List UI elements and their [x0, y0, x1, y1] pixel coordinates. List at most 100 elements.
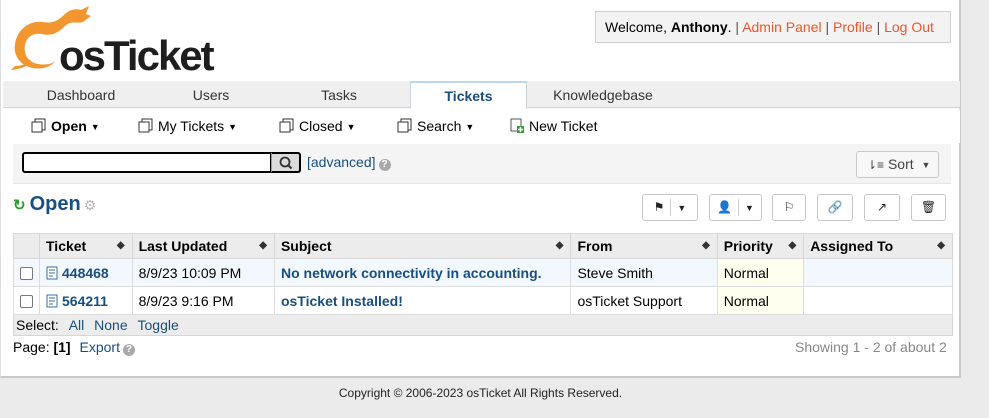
ticket-number-cell: 448468 [39, 258, 133, 287]
caret-down-icon: ▼ [677, 203, 687, 213]
ticket-preview-icon[interactable] [46, 294, 59, 308]
link-icon: 🔗 [827, 200, 843, 214]
search-bar: [advanced]? ⇂≡ Sort ▼ [13, 144, 951, 184]
ticket-preview-icon[interactable] [46, 266, 59, 280]
tickets-icon [31, 118, 46, 133]
row-checkbox[interactable] [20, 267, 33, 281]
ticket-number-link[interactable]: 448468 [62, 265, 109, 281]
tickets-icon [397, 118, 412, 133]
caret-down-icon: ▼ [90, 122, 100, 133]
row-checkbox-cell [13, 258, 40, 287]
merge-button[interactable]: 🔗 [817, 194, 853, 221]
tickets-icon [279, 118, 294, 133]
column-header-assigned-to[interactable]: Assigned To ◆ [803, 233, 953, 259]
my-tickets-menu[interactable]: My Tickets ▼ [138, 109, 237, 143]
priority-flag-icon: ⚐ [783, 200, 795, 214]
closed-label: Closed [299, 118, 343, 134]
export-link[interactable]: Export [80, 339, 120, 355]
select-bar: Select: All None Toggle [13, 315, 953, 336]
sort-arrows-icon: ◆ [116, 240, 125, 251]
page-container: osTicket Welcome, Anthony. | Admin Panel… [0, 0, 961, 378]
subject-link[interactable]: No network connectivity in accounting. [281, 265, 542, 281]
last-updated-cell: 8/9/23 9:16 PM [131, 286, 275, 315]
tickets-table: Ticket ◆ Last Updated ◆ Subject ◆ From ◆ Pri… [13, 233, 953, 315]
results-count: Showing 1 - 2 of about 2 [795, 339, 947, 355]
subject-cell: osTicket Installed! [273, 286, 572, 315]
open-label: Open [51, 118, 87, 134]
refresh-icon[interactable]: ↻ [13, 197, 26, 214]
share-icon: ↗ [876, 200, 888, 214]
tickets-icon [138, 118, 153, 133]
subject-link[interactable]: osTicket Installed! [281, 293, 403, 309]
caret-down-icon: ▼ [921, 159, 931, 170]
new-ticket-label: New Ticket [529, 118, 598, 134]
caret-down-icon: ▼ [228, 122, 238, 133]
new-ticket-icon [510, 118, 524, 133]
column-header-last-updated[interactable]: Last Updated ◆ [131, 233, 275, 259]
delete-button[interactable]: 🗑 [911, 194, 946, 221]
tab-tickets[interactable]: Tickets [410, 81, 527, 109]
select-none-link[interactable]: None [94, 317, 127, 333]
ostticket-logo[interactable]: osTicket [11, 4, 216, 79]
admin-panel-link[interactable]: Admin Panel [742, 19, 821, 35]
column-header-subject[interactable]: Subject ◆ [273, 233, 572, 259]
change-priority-button[interactable]: ⚐ [772, 194, 806, 221]
change-status-button[interactable]: ⚑ ▼ [642, 194, 698, 221]
trash-icon: 🗑 [920, 200, 937, 214]
column-header-ticket[interactable]: Ticket ◆ [39, 233, 133, 259]
transfer-button[interactable]: ↗ [864, 194, 900, 221]
assigned-to-cell [803, 258, 953, 287]
assigned-to-cell [803, 286, 953, 315]
sort-arrows-icon: ◆ [555, 240, 564, 251]
table-row: 564211 8/9/23 9:16 PM osTicket Installed… [13, 286, 953, 315]
sort-arrows-icon: ◆ [788, 240, 797, 251]
from-cell: osTicket Support [570, 286, 718, 315]
sort-icon: ⇂≡ [867, 158, 885, 172]
assign-button[interactable]: 👤 ▼ [709, 194, 762, 221]
sort-button[interactable]: ⇂≡ Sort ▼ [856, 151, 939, 178]
closed-queue-menu[interactable]: Closed ▼ [279, 109, 356, 143]
subject-cell: No network connectivity in accounting. [273, 258, 572, 287]
search-menu[interactable]: Search ▼ [397, 109, 474, 143]
queue-title[interactable]: Open [30, 193, 81, 215]
priority-cell: Normal [716, 258, 805, 287]
advanced-search-group: [advanced]? [307, 154, 391, 171]
new-ticket-link[interactable]: New Ticket [509, 109, 597, 143]
gear-icon[interactable]: ⚙ [84, 197, 97, 213]
help-icon[interactable]: ? [122, 344, 135, 356]
row-checkbox[interactable] [20, 295, 33, 309]
select-toggle-link[interactable]: Toggle [138, 317, 179, 333]
caret-down-icon: ▼ [346, 122, 356, 133]
search-button[interactable] [271, 152, 301, 173]
caret-down-icon: ▼ [745, 203, 754, 213]
logo-text: osTicket [59, 32, 215, 79]
magnifier-icon [279, 156, 293, 170]
select-all-link[interactable]: All [69, 317, 85, 333]
profile-link[interactable]: Profile [833, 19, 873, 35]
advanced-search-link[interactable]: [advanced] [307, 154, 376, 170]
ticket-number-link[interactable]: 564211 [62, 293, 108, 309]
caret-down-icon: ▼ [465, 122, 475, 133]
column-header-from[interactable]: From ◆ [570, 233, 718, 259]
open-queue-menu[interactable]: Open ▼ [31, 109, 100, 143]
user-icon: 👤 [717, 200, 733, 214]
main-nav: Dashboard Users Tasks Tickets Knowledgeb… [3, 81, 960, 109]
table-header-row: Ticket ◆ Last Updated ◆ Subject ◆ From ◆ Pri… [13, 233, 953, 259]
tab-tasks[interactable]: Tasks [261, 81, 417, 108]
last-updated-cell: 8/9/23 10:09 PM [131, 258, 275, 287]
sort-label: Sort [887, 156, 914, 172]
footer-copyright: Copyright © 2006-2023 osTicket All Right… [338, 386, 623, 400]
tab-knowledgebase[interactable]: Knowledgebase [533, 81, 673, 108]
page-label: Page: [13, 339, 50, 355]
row-checkbox-cell [13, 286, 40, 315]
welcome-text: Welcome, [605, 19, 667, 35]
select-column-header [13, 233, 40, 259]
column-header-priority[interactable]: Priority ◆ [716, 233, 805, 259]
current-page: [1] [53, 339, 71, 355]
help-icon[interactable]: ? [378, 159, 391, 171]
sort-arrows-icon: ◆ [937, 240, 945, 251]
search-input[interactable] [22, 152, 272, 173]
logout-link[interactable]: Log Out [884, 19, 934, 35]
pagination: Page: [1] Export? [13, 339, 135, 356]
sort-arrows-icon: ◆ [259, 240, 267, 251]
